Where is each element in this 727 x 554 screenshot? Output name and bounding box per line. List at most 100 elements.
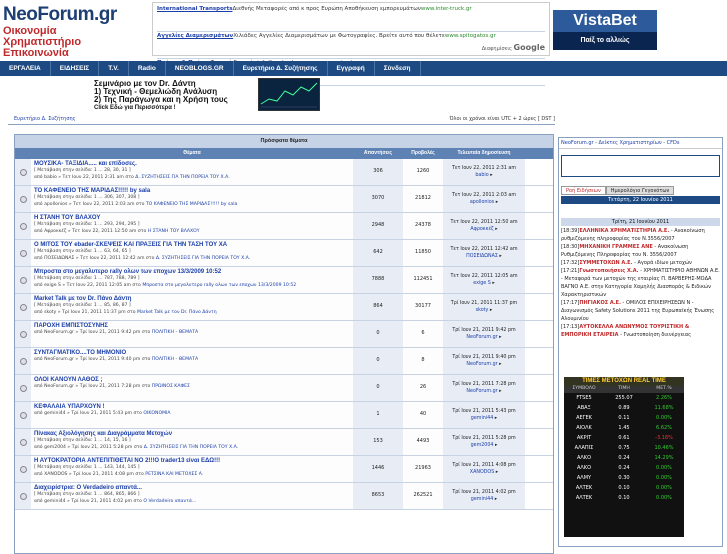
news-item[interactable]: [17:32]ΣΥΜΜΕΤΟΧΩΝ Α.Ε. - Αγορά ιδίων μετ… <box>561 259 720 267</box>
news-company[interactable]: ΠΗΓΙΑΚΟΣ Α.Ε. <box>579 300 621 306</box>
topic-pages[interactable]: [ Μετάβαση στην σελίδα: 1 ... 864, 865, … <box>34 491 350 498</box>
cfd-widget[interactable] <box>561 155 720 177</box>
ad-title[interactable]: International Transports <box>157 5 232 31</box>
topic-forum-link[interactable]: ΠΟΛΙΤΙΚΗ - ΘΕΜΑΤΑ <box>152 357 198 362</box>
topic-forum-link[interactable]: ΡΕΤΣΙΝΑ ΚΑΙ ΜΕΤΟΧΕΣ Α. <box>145 472 203 477</box>
goto-last-post-icon[interactable]: ▸ <box>498 362 501 367</box>
topic-pages[interactable]: [ Μετάβαση στην σελίδα: 1 ... 63, 64, 65… <box>34 248 350 255</box>
nav-item[interactable]: NEOBLOGS.GR <box>166 61 234 76</box>
goto-last-post-icon[interactable]: ▸ <box>494 470 498 475</box>
google-ads-brand[interactable]: Διαφημίσεις Google <box>482 43 545 52</box>
ticker-row[interactable]: ΑΒΑΞ 0.89 11.68% <box>564 403 684 413</box>
news-company[interactable]: ΕΛΛΗΝΙΚΑ ΧΡΗΜΑΤΙΣΤΗΡΙΑ Α.Ε. <box>579 228 669 234</box>
goto-last-post-icon[interactable]: ▸ <box>488 308 492 313</box>
goto-last-post-icon[interactable]: ▸ <box>498 389 501 394</box>
goto-last-post-icon[interactable]: ▸ <box>491 281 494 286</box>
last-post-author[interactable]: gem2004 <box>471 443 494 448</box>
views-count: 1260 <box>403 159 443 185</box>
last-post-author[interactable]: ΠΟΣΕΙΔΩΝΑΣ <box>466 254 498 259</box>
topic-pages[interactable]: [ Μετάβαση στην σελίδα: 1 ... 85, 86, 87… <box>34 302 350 309</box>
views-count: 30177 <box>403 294 443 320</box>
last-post-author[interactable]: gemini44 <box>471 497 493 502</box>
topic-forum-link[interactable]: ΟΙΚΟΝΟΜΙΑ <box>143 411 170 416</box>
ticker-row[interactable]: ΑΙΟΛΚ 1.45 6.62% <box>564 423 684 433</box>
ticker-symbol: ΑΙΟΛΚ <box>576 425 592 431</box>
topic-forum-link[interactable]: Market Talk με τον Dr. Πάνο Δάντη <box>137 310 217 315</box>
news-item[interactable]: [18:30]ΜΗΧΑΝΙΚΗ ΓΡΑΜΜΕΣ ΑΝΕ - Ανακοίνωση… <box>561 243 720 259</box>
goto-last-post-icon[interactable]: ▸ <box>498 254 501 259</box>
last-post-author[interactable]: NeoForum.gr <box>466 335 497 340</box>
ticker-row[interactable]: ΑΛΚΟ 0.24 0.00% <box>564 463 684 473</box>
nav-item[interactable]: ΕΙΔΗΣΕΙΣ <box>51 61 100 76</box>
seminar-chart-image[interactable] <box>258 78 320 112</box>
topic-forum-link[interactable]: Δ. ΣΥΖΗΤΗΣΕΙΣ ΓΙΑ ΤΗΝ ΠΟΡΕΙΑ ΤΟΥ Χ.Α. <box>135 175 229 180</box>
news-item[interactable]: [17:17]ΠΗΓΙΑΚΟΣ Α.Ε. - ΟΜΙΛΟΣ ΕΠΙΧΕΙΡΗΣΕ… <box>561 299 720 323</box>
nav-item[interactable]: Εγγραφή <box>328 61 375 76</box>
goto-last-post-icon[interactable]: ▸ <box>489 173 492 178</box>
tab-events-calendar[interactable]: Ημερολόγιο Γεγονότων <box>605 186 675 195</box>
seminar-banner[interactable]: Σεμινάριο με τον Dr. Δάντη 1) Τεχνική - … <box>80 78 260 112</box>
goto-last-post-icon[interactable]: ▸ <box>494 227 497 232</box>
last-post-author[interactable]: NeoForum.gr <box>466 362 497 367</box>
last-post-author[interactable]: Αφροκκέζ <box>470 227 493 232</box>
last-post-author[interactable]: XANODOS <box>470 470 494 475</box>
site-logo[interactable]: NeoForum.gr Οικονομία Χρηματιστήριο Επικ… <box>3 4 143 59</box>
topic-pages[interactable]: [ Μετάβαση στην σελίδα: 1 ... 28, 30, 31… <box>34 167 350 174</box>
last-post-author[interactable]: gemini44 <box>471 416 493 421</box>
news-item[interactable]: [17:21]Γνωστοποιήσεις Χ.Α. - ΧΡΗΜΑΤΙΣΤΗΡ… <box>561 267 720 299</box>
ad-title[interactable]: Αγγελίες Διαμερισμάτων <box>157 32 233 58</box>
topic-pages[interactable]: [ Μετάβαση στην σελίδα: 1 ... 143, 144, … <box>34 464 350 471</box>
ad-url[interactable]: www.inter-truck.gr <box>421 5 472 31</box>
breadcrumb[interactable]: Ευρετήριο Δ. Συζήτησης <box>14 116 76 122</box>
news-item[interactable]: [18:39]ΕΛΛΗΝΙΚΑ ΧΡΗΜΑΤΙΣΤΗΡΙΑ Α.Ε. - Ανα… <box>561 227 720 243</box>
ticker-row[interactable]: ΑΕΓΕΚ 0.11 0.00% <box>564 413 684 423</box>
goto-last-post-icon[interactable]: ▸ <box>493 443 497 448</box>
news-company[interactable]: ΜΗΧΑΝΙΚΗ ΓΡΑΜΜΕΣ ΑΝΕ <box>579 244 652 250</box>
nav-item[interactable]: Σύνδεση <box>375 61 421 76</box>
topic-forum-link[interactable]: O Verdadeiro απαντά... <box>143 499 196 504</box>
table-header: Θέματα Απαντήσεις Προβολές Τελευταία δημ… <box>15 148 553 159</box>
topic-forum-link[interactable]: ΤΟ ΚΑΦΕΝΕΙΟ ΤΗΣ ΜΑΡΙΔΑΣ!!!!! by sala <box>146 202 237 207</box>
nav-item[interactable]: ΕΡΓΑΛΕΙΑ <box>0 61 51 76</box>
news-item[interactable]: [17:13]ΑΥΤΟΚΕΛΛΑ ΑΝΩΝΥΜΟΣ ΤΟΥΡΙΣΤΙΚΗ & Ε… <box>561 323 720 339</box>
nav-item[interactable]: T.V. <box>99 61 129 76</box>
topic-forum-link[interactable]: Η ΣΤΑΝΗ ΤΟΥ ΒΛΑΧΟΥ <box>148 229 200 234</box>
goto-last-post-icon[interactable]: ▸ <box>493 497 497 502</box>
last-post-author[interactable]: NeoForum.gr <box>466 389 497 394</box>
ticker-row[interactable]: ΑΚΡΙΤ 0.61 -3.18% <box>564 433 684 443</box>
topic-pages[interactable]: [ Μετάβαση στην σελίδα: 1 ... 293, 294, … <box>34 221 350 228</box>
ticker-row[interactable]: ΑΛΚΟ 0.24 14.29% <box>564 453 684 463</box>
topic-cell: ΤΟ ΚΑΦΕΝΕΙΟ ΤΗΣ ΜΑΡΙΔΑΣ!!!!! by sala[ Με… <box>31 186 353 212</box>
goto-last-post-icon[interactable]: ▸ <box>498 335 501 340</box>
last-post-author[interactable]: exige S <box>473 281 491 286</box>
ticker-row[interactable]: ΑΛΤΕΚ 0.10 0.00% <box>564 483 684 493</box>
ticker-row[interactable]: ΑΛΜΥ 0.30 0.00% <box>564 473 684 483</box>
tab-news-feed[interactable]: Ροή Ειδήσεων <box>561 186 606 195</box>
nav-item[interactable]: Ευρετήριο Δ. Συζήτησης <box>234 61 328 76</box>
table-row: ΚΕΦΑΛΑΙΑ ΥΠΑΡΧΟΥΝ ! από gemini44 » Τρί Ιο… <box>15 402 553 429</box>
goto-last-post-icon[interactable]: ▸ <box>493 416 497 421</box>
last-post-author[interactable]: apollonios <box>470 200 494 205</box>
news-company[interactable]: Γνωστοποιήσεις Χ.Α. <box>579 268 638 274</box>
sidebar-header[interactable]: NeoForum.gr - Δείκτες Χρηματιστηρίων - C… <box>559 138 722 149</box>
topic-pages[interactable]: [ Μετάβαση στην σελίδα: 1 ... 306, 307, … <box>34 194 350 201</box>
main-nav: ΕΡΓΑΛΕΙΑ ΕΙΔΗΣΕΙΣ T.V. Radio NEOBLOGS.GR Ευρε… <box>0 61 727 76</box>
topic-status-icon <box>19 330 27 338</box>
topic-forum-link[interactable]: Δ. ΣΥΖΗΤΗΣΕΙΣ ΓΙΑ ΤΗΝ ΠΟΡΕΙΑ ΤΟΥ Χ.Α. <box>144 445 238 450</box>
nav-item[interactable]: Radio <box>129 61 166 76</box>
vistabet-banner[interactable]: VistaBet Παίξ το αλλιώς <box>553 10 657 50</box>
news-company[interactable]: ΣΥΜΜΕΤΟΧΩΝ Α.Ε. <box>579 260 632 266</box>
last-post-author[interactable]: skoty <box>476 308 489 313</box>
ticker-row[interactable]: ΑΛΑΠΙΣ 0.75 10.46% <box>564 443 684 453</box>
topic-forum-link[interactable]: Δ. ΣΥΖΗΤΗΣΕΙΣ ΓΙΑ ΤΗΝ ΠΟΡΕΙΑ ΤΟΥ Χ.Α. <box>156 256 250 261</box>
topic-pages[interactable]: [ Μετάβαση στην σελίδα: 1 ... 787, 788, … <box>34 275 350 282</box>
goto-last-post-icon[interactable]: ▸ <box>494 200 498 205</box>
ticker-symbol: ΑΚΡΙΤ <box>576 435 592 441</box>
topic-forum-link[interactable]: Μπροστα στο μεγαλυτερο rally ολων των επ… <box>142 283 296 288</box>
ticker-row[interactable]: ΑΛΤΕΚ 0.10 0.00% <box>564 493 684 503</box>
last-post-author[interactable]: babio <box>475 173 488 178</box>
topic-forum-link[interactable]: ΠΡΩΙΝΟΣ ΚΑΦΕΣ <box>152 384 190 389</box>
topic-forum-link[interactable]: ΠΟΛΙΤΙΚΗ - ΘΕΜΑΤΑ <box>152 330 198 335</box>
ticker-row[interactable]: FTSE5 255.07 2.26% <box>564 393 684 403</box>
topic-pages[interactable]: [ Μετάβαση στην σελίδα: 1 ... 14, 15, 16… <box>34 437 350 444</box>
